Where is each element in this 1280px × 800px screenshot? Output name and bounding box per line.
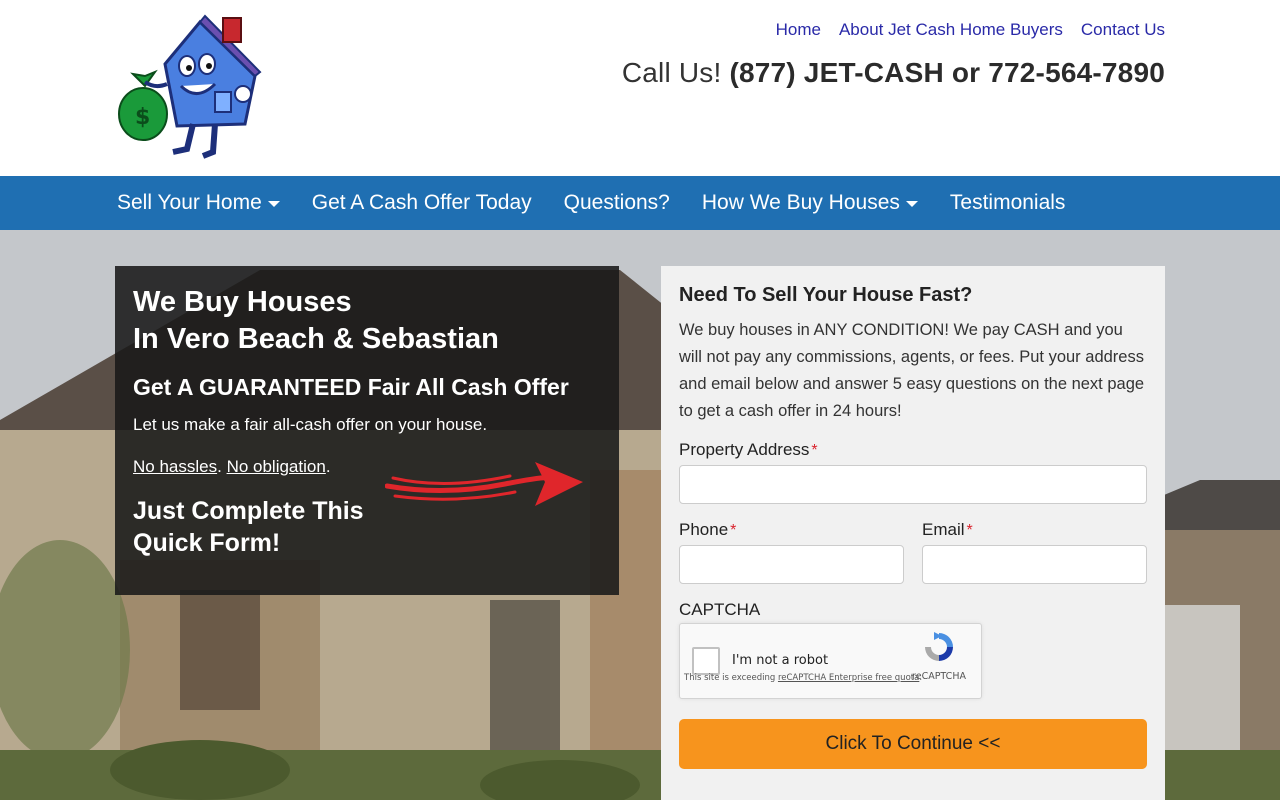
required-marker: *: [966, 522, 973, 539]
phone-label: Phone: [679, 520, 729, 539]
no-hassles-text: No hassles: [133, 457, 218, 476]
main-nav: Sell Your Home Get A Cash Offer Today Qu…: [0, 176, 1280, 230]
property-address-field: Property Address *: [679, 440, 1147, 504]
recaptcha-brand: reCAPTCHA: [912, 671, 966, 682]
nav-how-we-buy[interactable]: How We Buy Houses: [702, 191, 918, 215]
phone-field: Phone *: [679, 520, 904, 584]
call-us-banner: Call Us! (877) JET-CASH or 772-564-7890: [622, 57, 1165, 89]
property-address-input[interactable]: [679, 465, 1147, 504]
recaptcha-logo: reCAPTCHA: [909, 630, 969, 682]
nav-label: Sell Your Home: [117, 191, 262, 214]
form-heading: Need To Sell Your House Fast?: [679, 284, 973, 306]
continue-button[interactable]: Click To Continue <<: [679, 719, 1147, 769]
lead-form: Need To Sell Your House Fast? We buy hou…: [661, 266, 1165, 800]
caret-down-icon: [267, 201, 280, 207]
email-label: Email: [922, 520, 965, 539]
recaptcha-quota-note: This site is exceeding reCAPTCHA Enterpr…: [684, 673, 923, 683]
hero-message-panel: We Buy Houses In Vero Beach & Sebastian …: [115, 266, 619, 595]
nav-sell-your-home[interactable]: Sell Your Home: [117, 191, 280, 215]
no-obligation-text: No obligation: [226, 457, 326, 476]
hero-description: Let us make a fair all-cash offer on you…: [133, 415, 488, 434]
form-intro: We buy houses in ANY CONDITION! We pay C…: [679, 321, 1145, 420]
nav-get-cash-offer[interactable]: Get A Cash Offer Today: [312, 191, 532, 215]
home-link[interactable]: Home: [776, 20, 821, 40]
email-input[interactable]: [922, 545, 1147, 584]
house-mascot-logo[interactable]: $: [115, 14, 265, 160]
email-field: Email *: [922, 520, 1147, 584]
call-us-prefix: Call Us!: [621, 57, 722, 88]
recaptcha-text: I'm not a robot: [732, 653, 829, 668]
red-arrow-icon: [385, 462, 583, 506]
nav-label: Questions?: [563, 191, 670, 214]
caret-down-icon: [905, 201, 918, 207]
nav-label: Get A Cash Offer Today: [311, 191, 532, 214]
captcha-label: CAPTCHA: [679, 600, 761, 619]
recaptcha-checkbox[interactable]: [692, 647, 720, 675]
top-links: Home About Jet Cash Home Buyers Contact …: [776, 20, 1165, 40]
svg-text:$: $: [135, 105, 150, 130]
hero-cta-line1: Just Complete This: [133, 497, 364, 525]
hero-subtitle: Get A GUARANTEED Fair All Cash Offer: [133, 374, 569, 400]
hero-cta-line2: Quick Form!: [133, 529, 281, 557]
phone-numbers[interactable]: (877) JET-CASH or 772-564-7890: [729, 57, 1165, 88]
nav-testimonials[interactable]: Testimonials: [950, 191, 1066, 215]
hero-title: We Buy Houses In Vero Beach & Sebastian: [133, 284, 601, 358]
recaptcha-icon: [925, 632, 953, 661]
contact-link[interactable]: Contact Us: [1081, 20, 1165, 40]
nav-questions[interactable]: Questions?: [564, 191, 670, 215]
hero-title-line2: In Vero Beach & Sebastian: [133, 323, 499, 355]
recaptcha-note-prefix: This site is exceeding: [684, 673, 778, 683]
recaptcha-note-link[interactable]: reCAPTCHA Enterprise free quota: [778, 673, 919, 683]
required-marker: *: [730, 522, 737, 539]
phone-input[interactable]: [679, 545, 904, 584]
property-address-label: Property Address: [679, 440, 810, 459]
recaptcha-widget: I'm not a robot This site is exceeding r…: [679, 623, 982, 699]
about-link[interactable]: About Jet Cash Home Buyers: [839, 20, 1063, 40]
hero-section: We Buy Houses In Vero Beach & Sebastian …: [0, 230, 1280, 800]
required-marker: *: [811, 442, 818, 459]
site-header: $ Home About Jet Cash Home Buyers Contac…: [0, 0, 1280, 176]
nav-label: How We Buy Houses: [701, 191, 900, 214]
hero-title-line1: We Buy Houses: [133, 286, 352, 318]
nav-label: Testimonials: [949, 191, 1066, 214]
